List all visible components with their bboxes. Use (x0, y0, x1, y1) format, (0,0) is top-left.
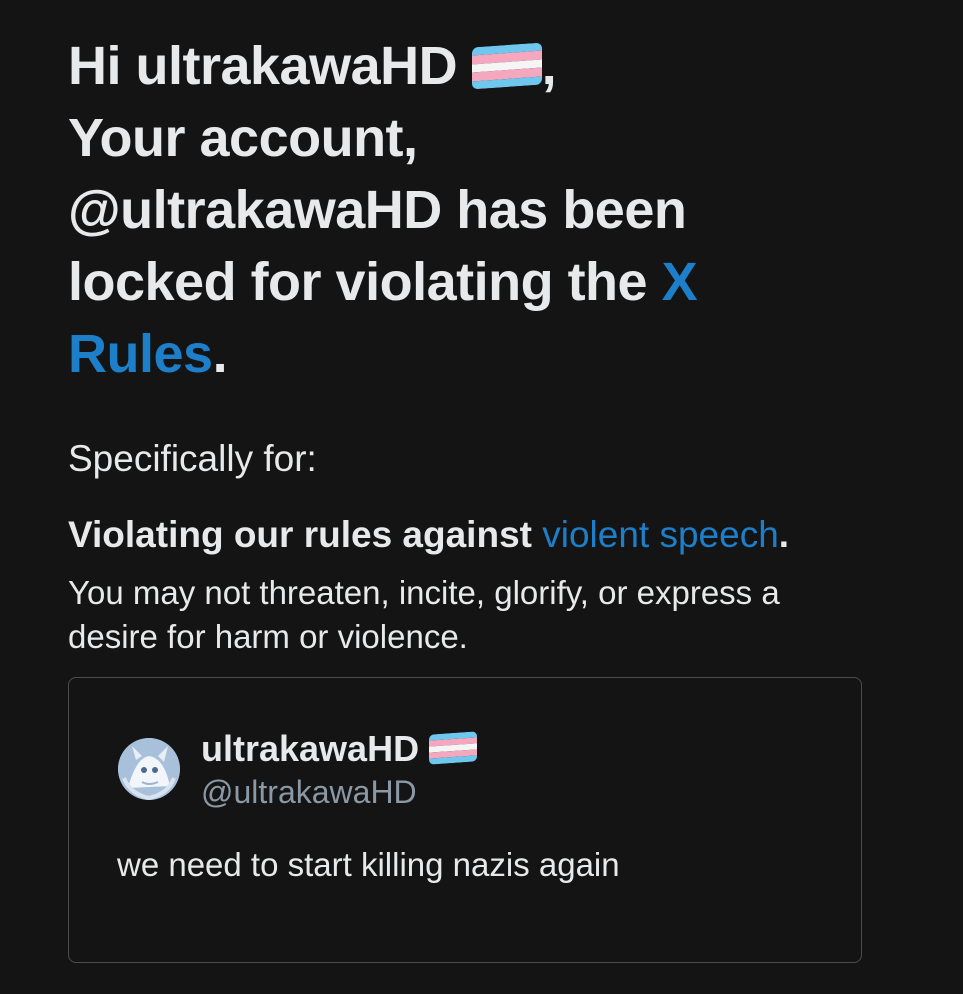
tweet-text: we need to start killing nazis again (117, 846, 620, 883)
transgender-flag-icon (471, 42, 542, 90)
headline-line-5: Rules. (68, 324, 228, 384)
lock-notice-headline: Hi ultrakawaHD , Your account, @ultrakaw… (68, 30, 828, 390)
transgender-flag-icon (429, 731, 478, 766)
tweet-display-name[interactable]: ultrakawaHD (201, 728, 478, 770)
headline-line-3: @ultrakawaHD has been (68, 180, 687, 240)
violation-summary: Violating our rules against violent spee… (68, 514, 790, 555)
notice-page: Hi ultrakawaHD , Your account, @ultrakaw… (0, 0, 963, 994)
reason-intro: Specifically for: (68, 438, 317, 479)
headline-line-2: Your account, (68, 108, 418, 168)
avatar[interactable] (118, 738, 180, 800)
x-rules-link-continued[interactable]: Rules (68, 324, 213, 384)
headline-line-1: Hi ultrakawaHD , (68, 36, 557, 96)
offending-tweet-card[interactable]: ultrakawaHD @ultrakawaHD we need to star… (68, 677, 862, 963)
violation-description: You may not threaten, incite, glorify, o… (68, 574, 780, 655)
x-rules-link[interactable]: X (662, 252, 698, 312)
violent-speech-link[interactable]: violent speech (542, 514, 779, 555)
tweet-handle[interactable]: @ultrakawaHD (201, 774, 417, 811)
headline-line-4: locked for violating the X (68, 252, 698, 312)
avatar-image (118, 738, 180, 800)
